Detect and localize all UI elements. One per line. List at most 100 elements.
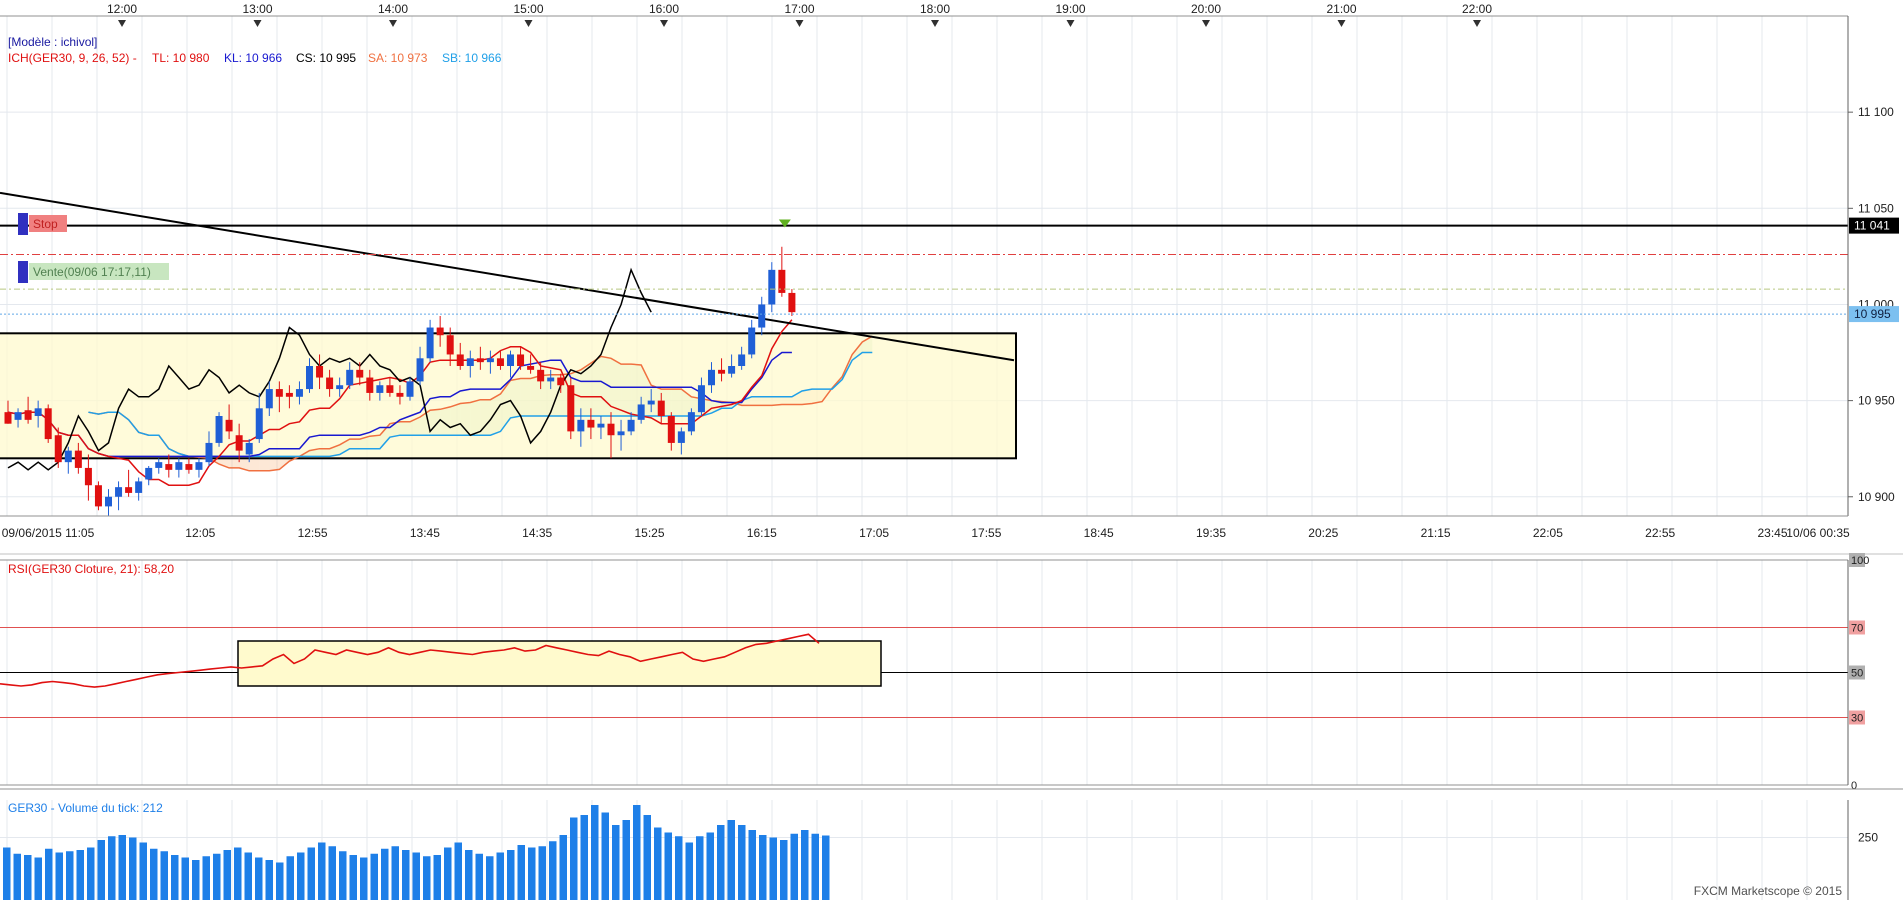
sell-order-handle[interactable] bbox=[18, 261, 28, 283]
model-label: [Modèle : ichivol] bbox=[8, 35, 97, 49]
stop-order-handle[interactable] bbox=[18, 213, 28, 235]
bottom-axis-label: 13:45 bbox=[410, 526, 440, 540]
volume-bar bbox=[118, 835, 126, 900]
candle-body bbox=[125, 487, 133, 493]
volume-bar bbox=[780, 840, 788, 900]
candle-body bbox=[376, 385, 384, 393]
candle-body bbox=[476, 358, 484, 363]
candle-body bbox=[416, 358, 424, 382]
volume-bar bbox=[286, 856, 294, 900]
candle-body bbox=[647, 400, 655, 405]
volume-bar bbox=[517, 845, 525, 900]
volume-bar bbox=[654, 827, 662, 900]
volume-bar bbox=[349, 855, 357, 900]
top-axis-label: 21:00 bbox=[1326, 2, 1356, 16]
volume-bar bbox=[66, 851, 74, 900]
volume-bar bbox=[444, 847, 452, 900]
top-axis-label: 17:00 bbox=[784, 2, 814, 16]
volume-bar bbox=[391, 846, 399, 900]
candle-body bbox=[607, 423, 615, 436]
candle-body bbox=[285, 392, 293, 397]
volume-bar bbox=[139, 842, 147, 900]
volume-bar bbox=[34, 857, 42, 900]
volume-bar bbox=[339, 851, 347, 900]
candle-body bbox=[105, 496, 112, 507]
candle-body bbox=[718, 369, 726, 374]
bottom-axis-label: 22:55 bbox=[1645, 526, 1675, 540]
top-axis-label: 18:00 bbox=[920, 2, 950, 16]
volume-bar bbox=[76, 850, 84, 900]
price-tick-label: 11 100 bbox=[1858, 105, 1894, 119]
bottom-axis-label: 20:25 bbox=[1308, 526, 1338, 540]
top-axis-label: 13:00 bbox=[242, 2, 272, 16]
volume-bar bbox=[475, 853, 483, 900]
rsi-panel: 100 70 50 30 0 bbox=[0, 553, 1903, 792]
volume-bar bbox=[433, 855, 441, 900]
candle-body bbox=[547, 377, 555, 382]
candle-body bbox=[366, 377, 374, 393]
stop-price-marker-label: 11 041 bbox=[1854, 219, 1890, 233]
volume-bar bbox=[13, 853, 21, 900]
volume-bar bbox=[811, 833, 819, 900]
candle-body bbox=[155, 462, 163, 468]
candle-body bbox=[145, 467, 153, 480]
candle-body bbox=[687, 412, 695, 432]
candle-body bbox=[527, 366, 535, 370]
candle-body bbox=[14, 412, 22, 420]
volume-bar bbox=[87, 847, 95, 900]
bottom-axis-label: 10/06 00:35 bbox=[1786, 526, 1850, 540]
candle-body bbox=[728, 366, 736, 374]
volume-bar bbox=[601, 812, 609, 900]
candle-body bbox=[597, 423, 605, 428]
volume-bar bbox=[528, 847, 536, 900]
volume-bar bbox=[129, 837, 137, 900]
bottom-axis-label: 17:05 bbox=[859, 526, 889, 540]
candle-body bbox=[537, 369, 545, 382]
candle-body bbox=[165, 464, 173, 470]
volume-bar bbox=[759, 835, 767, 900]
candle-body bbox=[205, 442, 213, 463]
volume-bar bbox=[696, 836, 704, 900]
volume-bar bbox=[360, 857, 368, 900]
volume-bar bbox=[486, 856, 494, 900]
bottom-axis-label: 12:55 bbox=[298, 526, 328, 540]
volume-bar bbox=[790, 833, 798, 900]
volume-bar bbox=[213, 853, 221, 900]
volume-bar bbox=[45, 848, 53, 900]
bottom-axis-label: 22:05 bbox=[1533, 526, 1563, 540]
volume-bar bbox=[381, 848, 389, 900]
volume-bar bbox=[507, 850, 515, 900]
candle-body bbox=[768, 269, 776, 305]
top-axis-label: 14:00 bbox=[378, 2, 408, 16]
bottom-axis-label: 23:45 bbox=[1757, 526, 1787, 540]
candle-body bbox=[667, 416, 675, 443]
candle-body bbox=[84, 467, 92, 486]
volume-bar bbox=[108, 836, 116, 900]
volume-bar bbox=[549, 841, 557, 900]
bottom-axis-label: 14:35 bbox=[522, 526, 552, 540]
candle-body bbox=[195, 462, 203, 470]
candle-body bbox=[697, 385, 705, 413]
rsi-level-label: 50 bbox=[1851, 668, 1863, 680]
candle-body bbox=[567, 385, 575, 432]
volume-bar bbox=[276, 862, 284, 900]
top-axis-bg bbox=[0, 0, 1903, 16]
volume-bar bbox=[570, 817, 578, 900]
volume-bar bbox=[412, 852, 420, 900]
volume-bar bbox=[675, 836, 683, 900]
volume-bar bbox=[748, 830, 756, 900]
volume-panel: 250 bbox=[0, 800, 1878, 900]
candle-body bbox=[44, 408, 52, 440]
volume-bar bbox=[738, 825, 746, 900]
candle-body bbox=[94, 485, 102, 507]
candle-body bbox=[336, 385, 344, 390]
candle-body bbox=[346, 369, 354, 386]
volume-bar bbox=[265, 860, 273, 900]
candle-body bbox=[175, 462, 183, 470]
candle-body bbox=[426, 327, 434, 359]
candle-body bbox=[306, 366, 313, 390]
top-axis-label: 12:00 bbox=[107, 2, 137, 16]
rsi-label: RSI(GER30 Cloture, 21): 58,20 bbox=[8, 562, 174, 576]
candle-body bbox=[275, 389, 283, 397]
candle-body bbox=[386, 385, 394, 393]
